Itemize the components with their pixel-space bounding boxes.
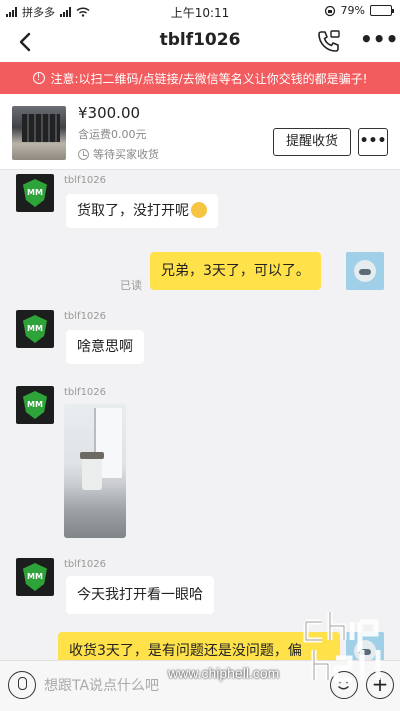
order-more-button[interactable]: ••• <box>358 128 388 156</box>
more-button[interactable]: ••• <box>360 28 398 54</box>
plus-icon: + <box>371 672 389 696</box>
chat-messages[interactable]: MM tblf1026 货取了，没打开呢 已读 兄弟，3天了，可以了。 MM t… <box>0 170 400 660</box>
status-bar: 拼多多 上午10:11 79% <box>0 0 400 22</box>
my-message-bubble[interactable]: 兄弟，3天了，可以了。 <box>150 252 321 290</box>
voice-input-button[interactable] <box>8 671 36 699</box>
surprised-emoji-icon <box>191 202 207 218</box>
my-message-bubble[interactable]: 收货3天了，是有问题还是没问题，偏 <box>58 632 340 660</box>
read-receipt: 已读 <box>120 279 142 292</box>
clock-icon <box>78 148 89 160</box>
sender-name: tblf1026 <box>64 559 107 570</box>
avatar[interactable]: MM <box>16 174 54 212</box>
smiley-icon <box>337 680 350 690</box>
message-bubble[interactable]: 今天我打开看一眼哈 <box>66 576 214 614</box>
call-button[interactable] <box>316 28 342 54</box>
fraud-warning-banner: ! 注意:以扫二维码/点链接/去微信等名义让你交钱的都是骗子! <box>0 62 400 94</box>
avatar[interactable]: MM <box>16 310 54 348</box>
message-composer: + <box>0 660 400 711</box>
info-icon: ! <box>32 72 45 84</box>
system-indicators: 79% <box>324 4 394 17</box>
message-text: 货取了，没打开呢 <box>77 203 189 219</box>
emoji-button[interactable] <box>330 671 358 699</box>
order-price: ¥300.00 <box>78 104 141 122</box>
avatar[interactable]: MM <box>16 558 54 596</box>
product-thumbnail[interactable] <box>12 106 66 160</box>
back-button[interactable] <box>14 28 38 56</box>
my-avatar[interactable] <box>346 252 384 290</box>
message-input[interactable] <box>44 670 326 702</box>
remind-receipt-button[interactable]: 提醒收货 <box>273 128 351 156</box>
sender-name: tblf1026 <box>64 387 107 398</box>
message-text: 兄弟，3天了，可以了。 <box>161 263 310 279</box>
shipping-fee: 含运费0.00元 <box>78 128 147 141</box>
chevron-left-icon <box>19 32 31 52</box>
message-bubble[interactable]: 货取了，没打开呢 <box>66 194 218 228</box>
order-status: 等待买家收货 <box>78 146 159 162</box>
sender-name: tblf1026 <box>64 311 107 322</box>
chat-header: tblf1026 ••• <box>0 22 400 62</box>
order-status-text: 等待买家收货 <box>93 148 159 161</box>
battery-percent: 79% <box>340 4 365 17</box>
more-icon: ••• <box>360 27 399 51</box>
sender-name: tblf1026 <box>64 175 107 186</box>
message-text: 啥意思啊 <box>77 339 133 355</box>
message-text: 今天我打开看一眼哈 <box>77 587 203 603</box>
battery-icon <box>370 5 394 16</box>
phone-call-icon <box>318 30 340 52</box>
order-card[interactable]: ¥300.00 含运费0.00元 等待买家收货 提醒收货 ••• <box>0 94 400 170</box>
my-avatar[interactable] <box>346 632 384 660</box>
avatar[interactable]: MM <box>16 386 54 424</box>
more-actions-button[interactable]: + <box>366 671 394 699</box>
message-text: 收货3天了，是有问题还是没问题，偏 <box>69 643 302 659</box>
message-bubble[interactable]: 啥意思啊 <box>66 330 144 364</box>
warning-text: 注意:以扫二维码/点链接/去微信等名义让你交钱的都是骗子! <box>50 71 368 86</box>
image-message[interactable] <box>64 404 126 538</box>
rotation-lock-icon <box>324 5 335 16</box>
